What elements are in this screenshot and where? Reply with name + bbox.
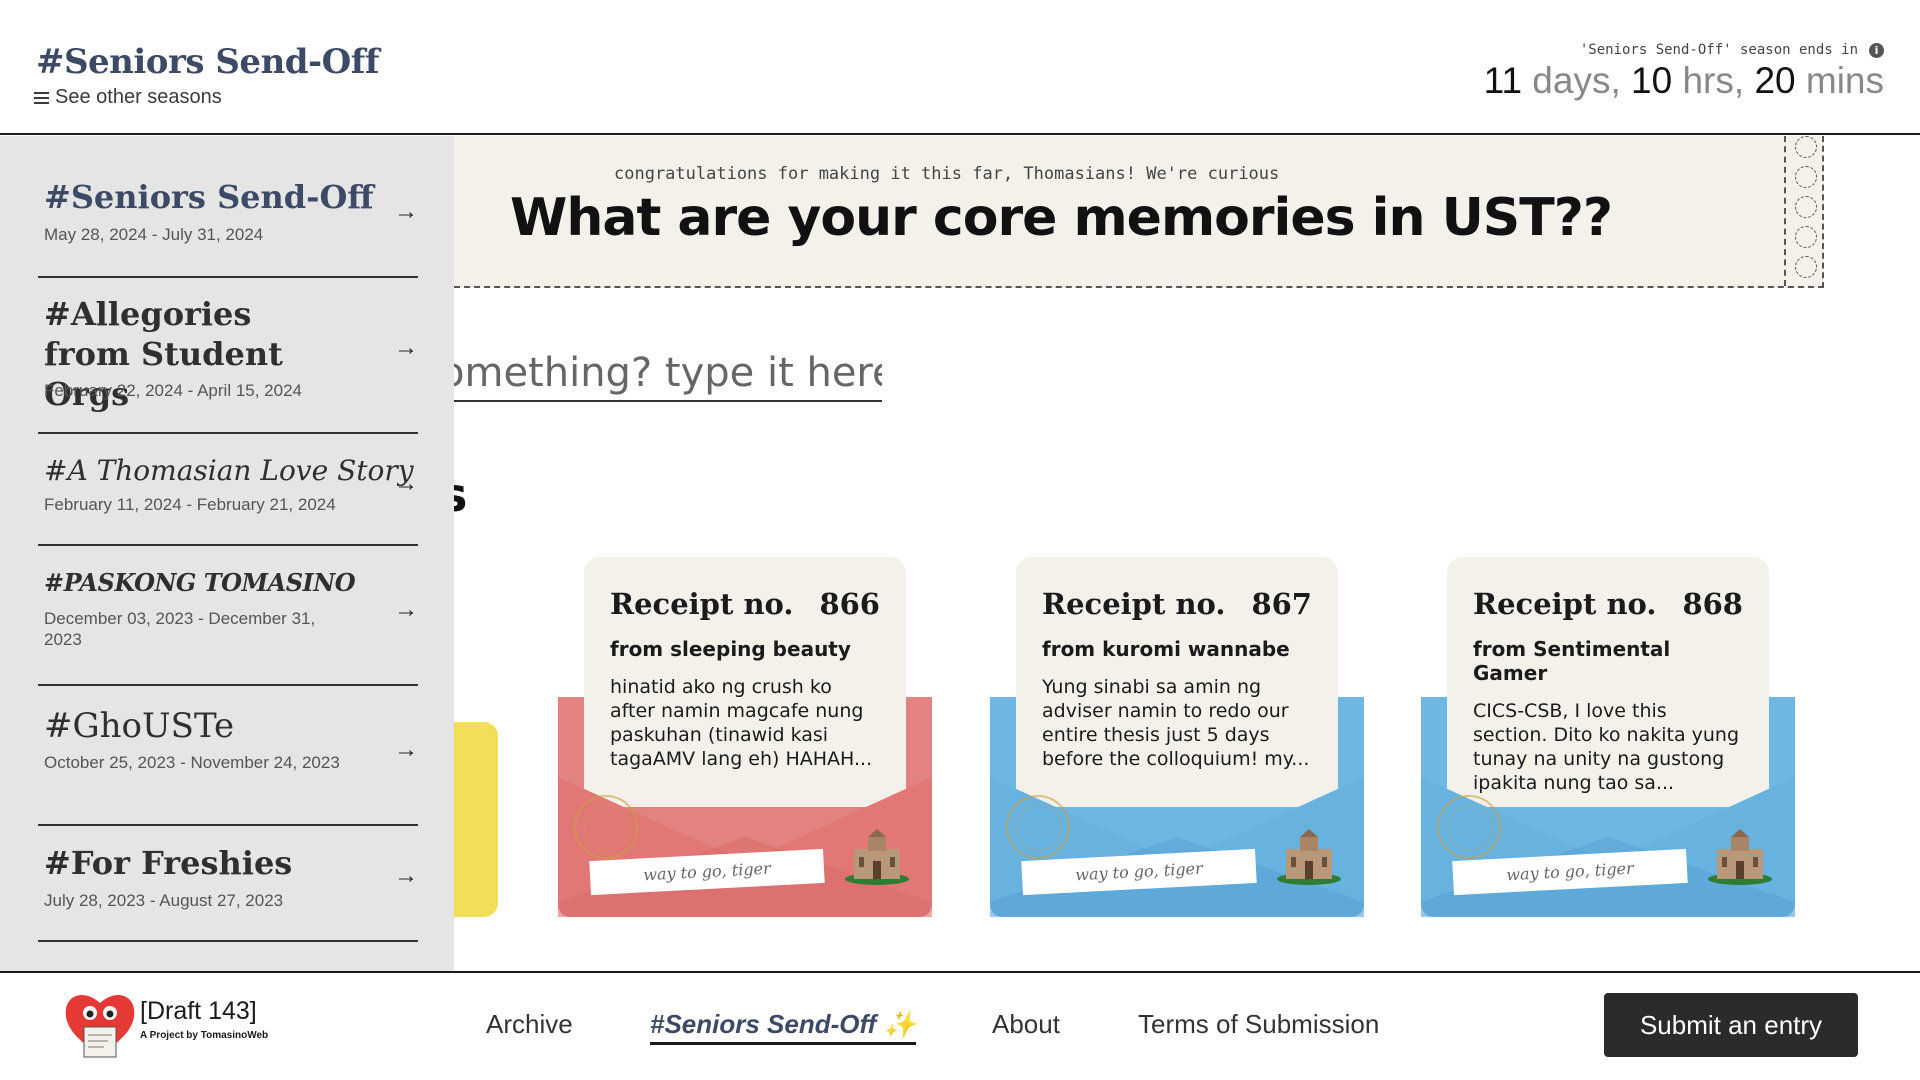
season-title: #GhoUSTe (44, 706, 235, 746)
logo-title[interactable]: [Draft 143] (140, 997, 257, 1026)
heart-mascot-logo-icon[interactable] (62, 985, 138, 1061)
season-item-allegories[interactable]: #Allegories from Student Orgs February 2… (38, 278, 418, 434)
prompt-question: What are your core memories in UST?? (510, 188, 1613, 248)
menu-icon (34, 91, 49, 104)
entry-card-868[interactable]: Receipt no. 868 from Sentimental Gamer C… (1421, 557, 1795, 917)
receipt-label: Receipt no. (610, 587, 794, 621)
arrow-right-icon: → (394, 862, 418, 889)
entry-author: from sleeping beauty (610, 637, 851, 661)
season-item-seniors-send-off[interactable]: #Seniors Send-Off May 28, 2024 - July 31… (38, 136, 418, 278)
stamp-seal-icon (1437, 795, 1501, 859)
logo-subtitle: A Project by TomasinoWeb (140, 1030, 269, 1041)
nav-terms[interactable]: Terms of Submission (1138, 1009, 1379, 1040)
countdown-mins-unit: mins (1795, 60, 1884, 101)
season-title: #Seniors Send-Off (44, 178, 374, 216)
countdown-days-unit: days, (1522, 60, 1632, 101)
prompt-subtitle: congratulations for making it this far, … (614, 164, 1280, 184)
nav-current-season[interactable]: #Seniors Send-Off ✨ (650, 1009, 916, 1045)
season-dates: May 28, 2024 - July 31, 2024 (44, 225, 264, 244)
arrow-right-icon: → (394, 334, 418, 361)
receipt-number: 866 (819, 587, 880, 621)
arrow-right-icon: → (394, 470, 418, 497)
info-icon[interactable]: i (1869, 43, 1884, 58)
stamp-seal-icon (1006, 795, 1070, 859)
prompt-banner: congratulations for making it this far, … (454, 136, 1824, 288)
ust-building-icon (1708, 829, 1772, 885)
ust-building-icon (1277, 829, 1341, 885)
receipt-number: 867 (1251, 587, 1312, 621)
entry-card-866[interactable]: Receipt no. 866 from sleeping beauty hin… (558, 557, 932, 917)
arrow-right-icon: → (394, 198, 418, 225)
receipt-label: Receipt no. (1473, 587, 1657, 621)
seasons-panel: #Seniors Send-Off May 28, 2024 - July 31… (0, 136, 454, 971)
answer-input[interactable]: omething? type it here. (440, 350, 882, 402)
arrow-right-icon: → (394, 596, 418, 623)
season-item-for-freshies[interactable]: #For Freshies July 28, 2023 - August 27,… (38, 826, 418, 942)
season-dates: July 28, 2023 - August 27, 2023 (44, 891, 284, 910)
season-title: #For Freshies (44, 844, 293, 882)
nav-about[interactable]: About (992, 1009, 1060, 1040)
stamp-perforation (1784, 136, 1824, 286)
arrow-right-icon: → (394, 736, 418, 763)
countdown-hours: 10 (1631, 60, 1673, 101)
season-dates: October 25, 2023 - November 24, 2023 (44, 753, 340, 772)
bottom-nav: [Draft 143] A Project by TomasinoWeb Arc… (0, 971, 1920, 1080)
season-dates: December 03, 2023 - December 31, 2023 (44, 609, 316, 649)
countdown-mins: 20 (1754, 60, 1796, 101)
nav-archive[interactable]: Archive (486, 1009, 573, 1040)
season-countdown: 11 days, 10 hrs, 20 mins (1484, 60, 1884, 102)
countdown-label: 'Seniors Send-Off' season ends in (1579, 42, 1858, 58)
current-season-title[interactable]: #Seniors Send-Off (36, 42, 380, 82)
season-item-thomasian-love-story[interactable]: #A Thomasian Love Story February 11, 202… (38, 434, 418, 546)
top-header: #Seniors Send-Off See other seasons 'Sen… (0, 0, 1920, 135)
countdown-days: 11 (1483, 60, 1523, 101)
see-other-seasons-label: See other seasons (55, 86, 222, 108)
entry-author: from kuromi wannabe (1042, 637, 1290, 661)
season-dates: February 11, 2024 - February 21, 2024 (44, 495, 336, 514)
season-title: #A Thomasian Love Story (44, 454, 414, 487)
season-dates: February 22, 2024 - April 15, 2024 (44, 381, 302, 400)
season-item-ghouste[interactable]: #GhoUSTe October 25, 2023 - November 24,… (38, 686, 418, 826)
entry-card-867[interactable]: Receipt no. 867 from kuromi wannabe Yung… (990, 557, 1364, 917)
stamp-seal-icon (574, 795, 638, 859)
see-other-seasons-button[interactable]: See other seasons (34, 86, 222, 109)
submit-entry-button[interactable]: Submit an entry (1604, 993, 1858, 1057)
receipt-number: 868 (1682, 587, 1743, 621)
season-item-paskong-tomasino[interactable]: #PASKONG TOMASINO December 03, 2023 - De… (38, 546, 418, 686)
countdown-hours-unit: hrs, (1672, 60, 1755, 101)
receipt-label: Receipt no. (1042, 587, 1226, 621)
entry-author: from Sentimental Gamer (1473, 637, 1671, 685)
season-title: #PASKONG TOMASINO (44, 568, 356, 597)
ust-building-icon (845, 829, 909, 885)
